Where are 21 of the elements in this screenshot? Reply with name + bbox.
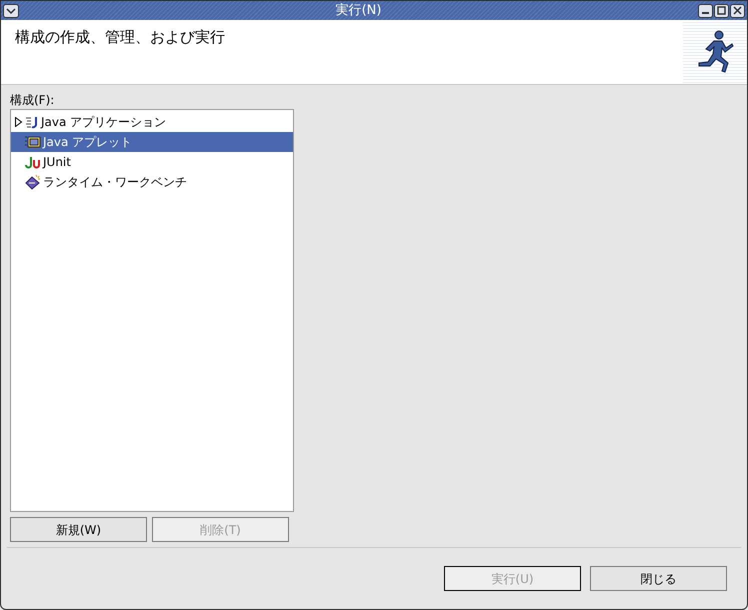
tree-item[interactable]: ランタイム・ワークベンチ	[11, 172, 293, 192]
configurations-label: 構成(F):	[10, 92, 56, 109]
minimize-button[interactable]	[698, 4, 713, 18]
maximize-button[interactable]	[714, 4, 729, 18]
java-application-icon	[25, 115, 39, 129]
window-title: 実行(N)	[336, 4, 382, 17]
window-menu-button[interactable]	[3, 4, 19, 18]
workbench-icon	[25, 174, 41, 190]
applet-window-icon	[25, 135, 41, 149]
chevron-down-icon	[6, 6, 16, 14]
close-icon	[733, 6, 742, 15]
tree-item[interactable]: Java アプレット	[11, 132, 293, 152]
junit-icon	[25, 155, 41, 169]
close-button[interactable]	[730, 4, 745, 18]
collapsed-triangle-icon[interactable]	[14, 117, 22, 127]
header-title: 構成の作成、管理、および実行	[15, 27, 225, 48]
maximize-icon	[717, 6, 726, 15]
tree-item[interactable]: Java アプリケーション	[11, 112, 293, 132]
list-button[interactable]: 新規(W)	[10, 517, 147, 542]
tree-item[interactable]: JUnit	[11, 152, 293, 172]
dialog-button[interactable]: 閉じる	[590, 566, 727, 591]
